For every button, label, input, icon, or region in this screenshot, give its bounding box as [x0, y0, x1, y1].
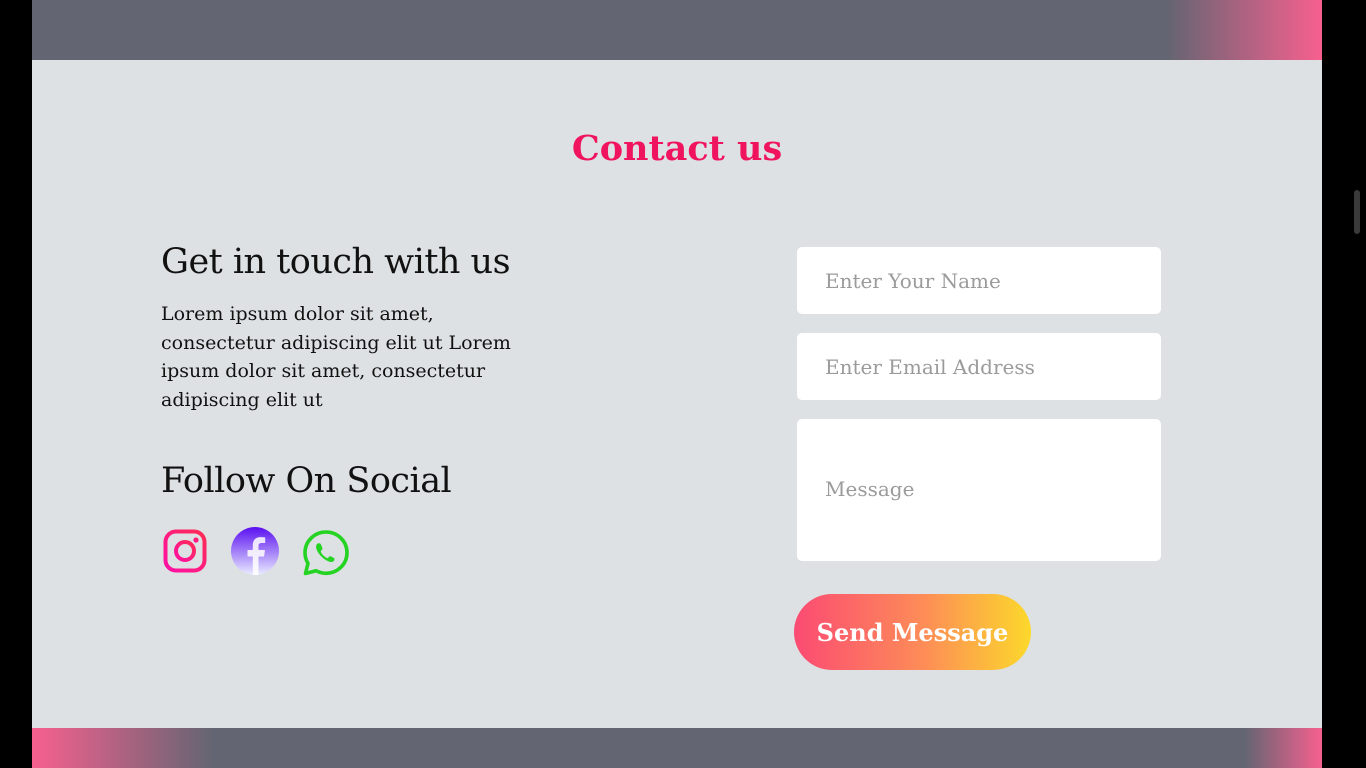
social-links [161, 527, 381, 579]
contact-description: Lorem ipsum dolor sit amet, consectetur … [161, 303, 511, 412]
whatsapp-icon[interactable] [301, 528, 351, 578]
top-band [32, 0, 1322, 60]
contact-section: Contact us Get in touch with us Lorem ip… [32, 0, 1322, 768]
contact-info: Get in touch with us Lorem ipsum dolor s… [161, 242, 561, 576]
instagram-icon[interactable] [163, 529, 207, 573]
bottom-band [32, 728, 1322, 768]
get-in-touch-heading: Get in touch with us [161, 242, 511, 282]
scrollbar-thumb[interactable] [1354, 190, 1360, 234]
facebook-icon[interactable] [231, 527, 279, 575]
follow-social-heading: Follow On Social [161, 460, 452, 501]
section-title: Contact us [571, 128, 783, 169]
send-message-button[interactable]: Send Message [794, 594, 1031, 670]
email-input[interactable] [797, 333, 1161, 400]
message-textarea[interactable] [797, 419, 1161, 561]
name-input[interactable] [797, 247, 1161, 314]
